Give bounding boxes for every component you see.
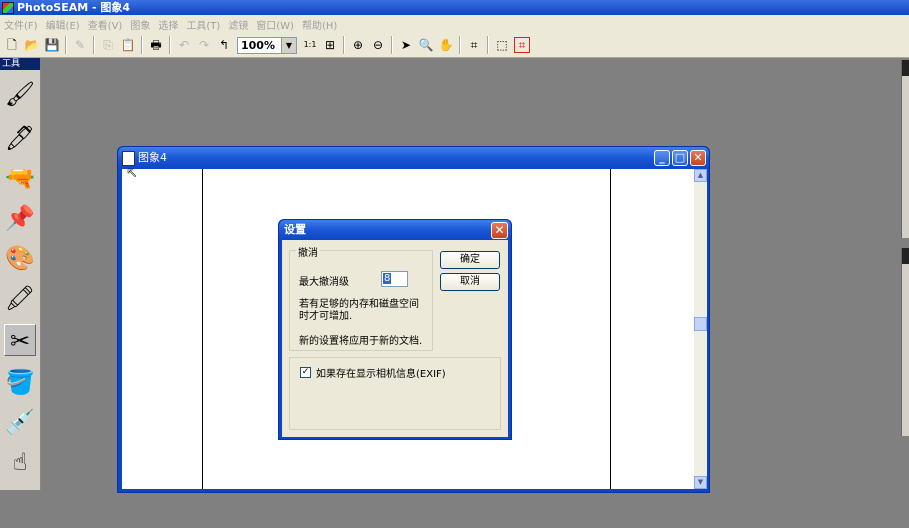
toolbar-divider bbox=[343, 36, 345, 54]
zoom-value: 100% bbox=[241, 38, 275, 52]
save-icon[interactable]: 💾 bbox=[44, 37, 60, 53]
tools-panel-header: 工具 bbox=[0, 58, 40, 70]
toolbar-divider bbox=[487, 36, 489, 54]
new-file-icon[interactable]: 🗋 bbox=[4, 37, 20, 53]
new-docs-note: 新的设置将应用于新的文档. bbox=[299, 336, 423, 347]
exif-checkbox[interactable]: ✓ bbox=[300, 367, 311, 378]
mouse-cursor-icon: ↖ bbox=[126, 165, 138, 182]
menu-edit[interactable]: 编辑(E) bbox=[42, 17, 84, 32]
crop-icon[interactable]: ⌗ bbox=[466, 37, 482, 53]
menu-tools[interactable]: 工具(T) bbox=[182, 17, 224, 32]
menu-filter[interactable]: 滤镜 bbox=[224, 17, 252, 32]
tools-panel-title: 工具 bbox=[2, 59, 21, 69]
toolbar-divider bbox=[169, 36, 171, 54]
crayon-tool-icon[interactable]: 🖍 bbox=[4, 282, 36, 314]
canvas-border-right bbox=[610, 169, 611, 489]
fit-window-icon[interactable]: ⊞ bbox=[322, 37, 338, 53]
open-file-icon[interactable]: 📂 bbox=[24, 37, 40, 53]
dialog-body: 撤消 最大撤消级 8 若有足够的内存和磁盘空间 时才可增加. 新的设置将应用于新… bbox=[282, 240, 508, 437]
scroll-down-icon[interactable]: ▼ bbox=[694, 476, 707, 489]
eyedropper-tool-icon[interactable]: 💉 bbox=[4, 406, 36, 438]
toolbar-divider bbox=[93, 36, 95, 54]
document-title-bar[interactable]: 图象4 _ □ ✕ bbox=[118, 147, 709, 169]
undo-icon[interactable]: ↶ bbox=[176, 37, 192, 53]
maximize-button[interactable]: □ bbox=[672, 150, 688, 166]
menu-bar: 文件(F) 编辑(E) 查看(V) 图象 选择 工具(T) 滤镜 窗口(W) 帮… bbox=[0, 15, 909, 33]
undo-groupbox: 撤消 最大撤消级 8 若有足够的内存和磁盘空间 时才可增加. 新的设置将应用于新… bbox=[289, 244, 433, 351]
right-dock-panel bbox=[901, 248, 909, 436]
document-icon bbox=[122, 151, 135, 166]
airbrush-tool-icon[interactable]: 🔫 bbox=[4, 162, 36, 194]
document-title: 图象4 bbox=[138, 151, 167, 164]
repeat-icon[interactable]: ↰ bbox=[216, 37, 232, 53]
print-icon[interactable]: 🖶 bbox=[148, 37, 164, 53]
exif-label: 如果存在显示相机信息(EXIF) bbox=[316, 369, 446, 380]
magnifier-icon[interactable]: 🔍 bbox=[418, 37, 434, 53]
exif-groupbox: ✓ 如果存在显示相机信息(EXIF) bbox=[289, 357, 501, 430]
menu-help[interactable]: 帮助(H) bbox=[298, 17, 341, 32]
canvas-border-left bbox=[202, 169, 203, 489]
seam-tool-icon[interactable]: ✂ bbox=[4, 324, 36, 356]
smudge-tool-icon[interactable]: ☝ bbox=[4, 446, 36, 478]
hand-icon[interactable]: ✋ bbox=[438, 37, 454, 53]
chevron-down-icon[interactable]: ▼ bbox=[281, 37, 296, 53]
toolbar: 🗋 📂 💾 ✎ ⎘ 📋 🖶 ↶ ↷ ↰ 100% ▼ 1:1 ⊞ ⊕ ⊖ ➤ 🔍… bbox=[0, 33, 909, 58]
settings-dialog: 设置 ✕ 撤消 最大撤消级 8 若有足够的内存和磁盘空间 时才可增加. 新的设置… bbox=[278, 219, 512, 440]
dialog-title-bar[interactable]: 设置 ✕ bbox=[279, 220, 511, 240]
menu-select[interactable]: 选择 bbox=[154, 17, 182, 32]
grid-icon[interactable]: ⌗ bbox=[514, 37, 530, 53]
palette-tool-icon[interactable]: 🎨 bbox=[4, 242, 36, 274]
max-undo-value: 8 bbox=[383, 273, 392, 284]
zoom-out-icon[interactable]: ⊖ bbox=[370, 37, 386, 53]
menu-view[interactable]: 查看(V) bbox=[84, 17, 127, 32]
close-button[interactable]: ✕ bbox=[690, 150, 706, 166]
pen-tool-icon[interactable]: 🖊 bbox=[4, 122, 36, 154]
scroll-up-icon[interactable]: ▲ bbox=[694, 169, 707, 182]
scroll-thumb[interactable] bbox=[694, 317, 707, 331]
actual-size-button[interactable]: 1:1 bbox=[302, 37, 318, 53]
app-title-bar: PhotoSEAM - 图象4 bbox=[0, 0, 909, 15]
brush-tool-icon[interactable]: 🖌 bbox=[4, 78, 36, 110]
ok-button[interactable]: 确定 bbox=[440, 251, 500, 269]
redo-icon[interactable]: ↷ bbox=[196, 37, 212, 53]
selection-icon[interactable]: ⬚ bbox=[494, 37, 510, 53]
undo-group-label: 撤消 bbox=[296, 244, 320, 259]
toolbar-divider bbox=[141, 36, 143, 54]
toolbar-divider bbox=[65, 36, 67, 54]
paste-icon[interactable]: 📋 bbox=[120, 37, 136, 53]
toolbar-divider bbox=[391, 36, 393, 54]
toolbar-divider bbox=[459, 36, 461, 54]
tools-panel: 🖌 🖊 🔫 📌 🎨 🖍 ✂ 🪣 💉 ☝ bbox=[0, 70, 41, 490]
menu-window[interactable]: 窗口(W) bbox=[252, 17, 298, 32]
pointer-icon[interactable]: ➤ bbox=[398, 37, 414, 53]
dialog-title: 设置 bbox=[284, 223, 306, 236]
zoom-in-icon[interactable]: ⊕ bbox=[350, 37, 366, 53]
memory-note-line2: 时才可增加. bbox=[299, 311, 353, 322]
vertical-scrollbar[interactable]: ▲ ▼ bbox=[694, 169, 707, 489]
max-undo-input[interactable]: 8 bbox=[381, 271, 408, 287]
dialog-close-button[interactable]: ✕ bbox=[491, 222, 508, 239]
right-dock-panel bbox=[901, 60, 909, 238]
minimize-button[interactable]: _ bbox=[654, 150, 670, 166]
menu-image[interactable]: 图象 bbox=[126, 17, 154, 32]
menu-file[interactable]: 文件(F) bbox=[0, 17, 42, 32]
cancel-button[interactable]: 取消 bbox=[440, 273, 500, 291]
max-undo-label: 最大撤消级 bbox=[299, 277, 349, 288]
bucket-tool-icon[interactable]: 🪣 bbox=[4, 366, 36, 398]
app-title: PhotoSEAM - 图象4 bbox=[17, 1, 131, 14]
edit-icon[interactable]: ✎ bbox=[72, 37, 88, 53]
zoom-select[interactable]: 100% ▼ bbox=[237, 36, 297, 54]
app-icon bbox=[2, 1, 14, 14]
stamp-tool-icon[interactable]: 📌 bbox=[4, 202, 36, 234]
copy-icon[interactable]: ⎘ bbox=[100, 37, 116, 53]
